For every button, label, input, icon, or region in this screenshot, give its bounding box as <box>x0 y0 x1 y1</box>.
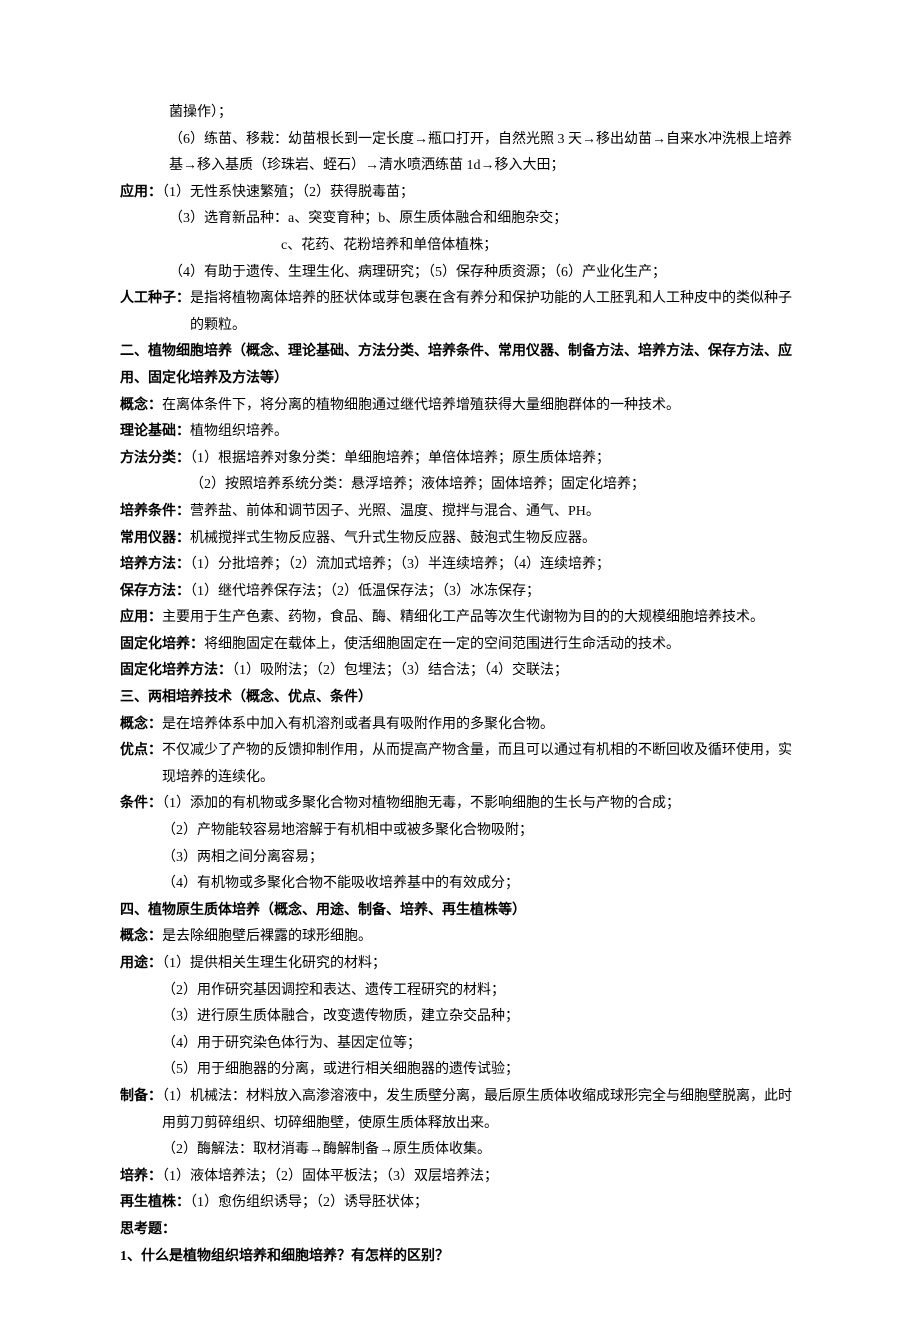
text-concept: 概念：在离体条件下，将分离的植物细胞通过继代培养增殖获得大量细胞群体的一种技术。 <box>120 393 800 420</box>
text-application: 应用：（1）无性系快速繁殖；（2）获得脱毒苗； <box>120 180 800 207</box>
text-line: （2）按照培养系统分类：悬浮培养；液体培养；固体培养；固定化培养； <box>120 472 800 499</box>
text-use: 用途：（1）提供相关生理生化研究的材料； <box>120 951 800 978</box>
text-method-class: 方法分类：（1）根据培养对象分类：单细胞培养；单倍体培养；原生质体培养； <box>120 446 800 473</box>
label-immobilized-method: 固定化培养方法： <box>120 663 232 678</box>
text: （1）提供相关生理生化研究的材料； <box>162 956 386 971</box>
heading-section-4: 四、植物原生质体培养（概念、用途、制备、培养、再生植株等） <box>120 898 800 925</box>
label-condition3: 条件： <box>120 796 162 811</box>
text: 在离体条件下，将分离的植物细胞通过继代培养增殖获得大量细胞群体的一种技术。 <box>162 398 680 413</box>
label-concept4: 概念： <box>120 929 162 944</box>
label-theory: 理论基础： <box>120 424 190 439</box>
label-culture-method: 培养方法： <box>120 557 190 572</box>
label-immobilized: 固定化培养： <box>120 637 204 652</box>
text: （1）愈伤组织诱导；（2）诱导胚状体； <box>190 1195 428 1210</box>
label-regenerate: 再生植株： <box>120 1195 190 1210</box>
heading-section-3: 三、两相培养技术（概念、优点、条件） <box>120 685 800 712</box>
text: 是在培养体系中加入有机溶剂或者具有吸附作用的多聚化合物。 <box>162 717 554 732</box>
text: 植物组织培养。 <box>190 424 288 439</box>
text: （1）液体培养法；（2）固体平板法；（3）双层培养法； <box>162 1169 498 1184</box>
label-concept3: 概念： <box>120 717 162 732</box>
text: 营养盐、前体和调节因子、光照、温度、搅拌与混合、通气、PH。 <box>190 504 600 519</box>
label-method-class: 方法分类： <box>120 451 190 466</box>
label-culture4: 培养： <box>120 1169 162 1184</box>
text-culture4: 培养：（1）液体培养法；（2）固体平板法；（3）双层培养法； <box>120 1164 800 1191</box>
text-immobilized: 固定化培养：将细胞固定在载体上，使活细胞固定在一定的空间范围进行生命活动的技术。 <box>120 632 800 659</box>
text-artificial-seed: 人工种子：是指将植物离体培养的胚状体或芽包裹在含有养分和保护功能的人工胚乳和人工… <box>120 286 800 339</box>
label-artificial-seed: 人工种子： <box>120 291 190 306</box>
text-line: （4）用于研究染色体行为、基因定位等； <box>120 1031 800 1058</box>
text-line: （2）酶解法：取材消毒→酶解制备→原生质体收集。 <box>120 1137 800 1164</box>
text-concept3: 概念：是在培养体系中加入有机溶剂或者具有吸附作用的多聚化合物。 <box>120 712 800 739</box>
text: 主要用于生产色素、药物，食品、酶、精细化工产品等次生代谢物为目的的大规模细胞培养… <box>162 610 764 625</box>
label-concept: 概念： <box>120 398 162 413</box>
text: 是指将植物离体培养的胚状体或芽包裹在含有养分和保护功能的人工胚乳和人工种皮中的类… <box>190 291 792 333</box>
text-line: （5）用于细胞器的分离，或进行相关细胞器的遗传试验； <box>120 1057 800 1084</box>
label-application2: 应用： <box>120 610 162 625</box>
label-preserve: 保存方法： <box>120 584 190 599</box>
label-advantage: 优点： <box>120 743 162 758</box>
text-prepare: 制备：（1）机械法：材料放入高渗溶液中，发生质壁分离，最后原生质体收缩成球形完全… <box>120 1084 800 1137</box>
text: （1）继代培养保存法；（2）低温保存法；（3）冰冻保存； <box>190 584 540 599</box>
text-line: （3）两相之间分离容易； <box>120 845 800 872</box>
text-instrument: 常用仪器：机械搅拌式生物反应器、气升式生物反应器、鼓泡式生物反应器。 <box>120 526 800 553</box>
label-application: 应用： <box>120 185 162 200</box>
text-line: （2）产物能较容易地溶解于有机相中或被多聚化合物吸附； <box>120 818 800 845</box>
text: （1）机械法：材料放入高渗溶液中，发生质壁分离，最后原生质体收缩成球形完全与细胞… <box>162 1089 792 1131</box>
text-preserve: 保存方法：（1）继代培养保存法；（2）低温保存法；（3）冰冻保存； <box>120 579 800 606</box>
text-advantage: 优点：不仅减少了产物的反馈抑制作用，从而提高产物含量，而且可以通过有机相的不断回… <box>120 738 800 791</box>
label-condition: 培养条件： <box>120 504 190 519</box>
text-theory: 理论基础：植物组织培养。 <box>120 419 800 446</box>
text-line: （4）有机物或多聚化合物不能吸收培养基中的有效成分； <box>120 871 800 898</box>
text-condition3: 条件：（1）添加的有机物或多聚化合物对植物细胞无毒，不影响细胞的生长与产物的合成… <box>120 791 800 818</box>
text: （1）分批培养；（2）流加式培养；（3）半连续培养；（4）连续培养； <box>190 557 610 572</box>
text: （1）根据培养对象分类：单细胞培养；单倍体培养；原生质体培养； <box>190 451 610 466</box>
text-culture-method: 培养方法：（1）分批培养；（2）流加式培养；（3）半连续培养；（4）连续培养； <box>120 552 800 579</box>
heading-questions: 思考题： <box>120 1217 800 1244</box>
text: 是去除细胞壁后裸露的球形细胞。 <box>162 929 372 944</box>
text-line: c、花药、花粉培养和单倍体植株； <box>120 233 800 260</box>
label-instrument: 常用仪器： <box>120 531 190 546</box>
text: 将细胞固定在载体上，使活细胞固定在一定的空间范围进行生命活动的技术。 <box>204 637 680 652</box>
text-line: （4）有助于遗传、生理生化、病理研究；（5）保存种质资源；（6）产业化生产； <box>120 260 800 287</box>
text-line: （3）选育新品种：a、突变育种；b、原生质体融合和细胞杂交； <box>120 206 800 233</box>
heading-section-2: 二、植物细胞培养（概念、理论基础、方法分类、培养条件、常用仪器、制备方法、培养方… <box>120 339 800 392</box>
text-line: 菌操作）； <box>120 100 800 127</box>
text: （1）无性系快速繁殖；（2）获得脱毒苗； <box>162 185 414 200</box>
text-line: （3）进行原生质体融合，改变遗传物质，建立杂交品种； <box>120 1004 800 1031</box>
label-use: 用途： <box>120 956 162 971</box>
text-line: （6）练苗、移栽：幼苗根长到一定长度→瓶口打开，自然光照 3 天→移出幼苗→自来… <box>120 127 800 180</box>
text: 机械搅拌式生物反应器、气升式生物反应器、鼓泡式生物反应器。 <box>190 531 596 546</box>
text-concept4: 概念：是去除细胞壁后裸露的球形细胞。 <box>120 924 800 951</box>
text-condition: 培养条件：营养盐、前体和调节因子、光照、温度、搅拌与混合、通气、PH。 <box>120 499 800 526</box>
text-immobilized-method: 固定化培养方法：（1）吸附法；（2）包埋法；（3）结合法；（4）交联法； <box>120 658 800 685</box>
label-prepare: 制备： <box>120 1089 162 1104</box>
question-1: 1、什么是植物组织培养和细胞培养？有怎样的区别？ <box>120 1244 800 1271</box>
text-application2: 应用：主要用于生产色素、药物，食品、酶、精细化工产品等次生代谢物为目的的大规模细… <box>120 605 800 632</box>
text-regenerate: 再生植株：（1）愈伤组织诱导；（2）诱导胚状体； <box>120 1190 800 1217</box>
text: （1）吸附法；（2）包埋法；（3）结合法；（4）交联法； <box>232 663 568 678</box>
text-line: （2）用作研究基因调控和表达、遗传工程研究的材料； <box>120 978 800 1005</box>
text: 不仅减少了产物的反馈抑制作用，从而提高产物含量，而且可以通过有机相的不断回收及循… <box>162 743 792 785</box>
text: （1）添加的有机物或多聚化合物对植物细胞无毒，不影响细胞的生长与产物的合成； <box>162 796 680 811</box>
